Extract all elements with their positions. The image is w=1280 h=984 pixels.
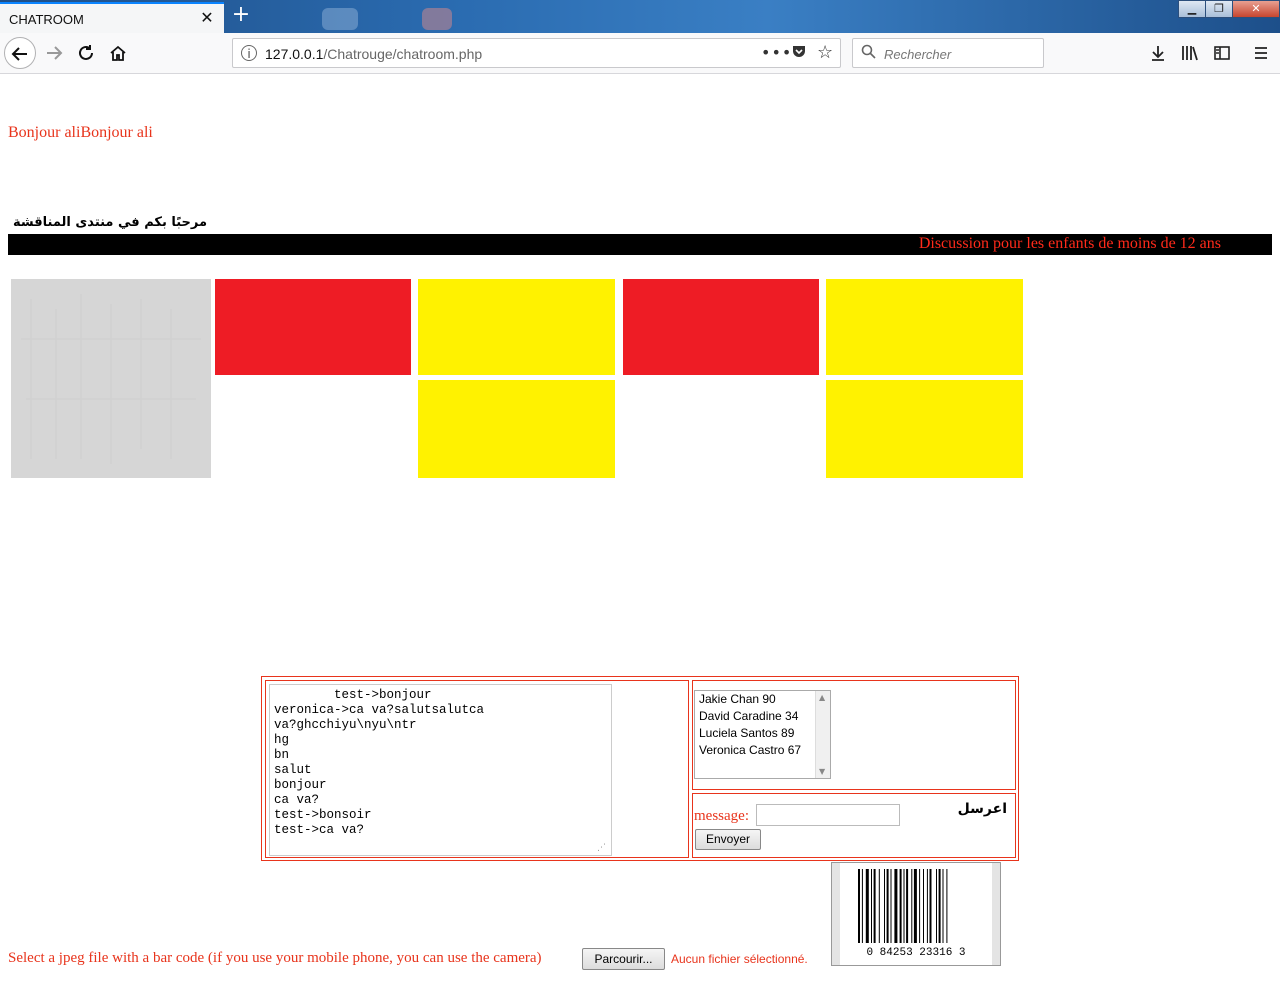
search-bar[interactable]: Rechercher [852, 38, 1044, 68]
barcode-digits: 0 84253 23316 3 [866, 947, 965, 959]
message-cell: message: اعرسل Envoyer [692, 793, 1016, 858]
barcode-bar [890, 869, 892, 943]
window-controls: ▁ ❐ ✕ [1178, 0, 1280, 20]
barcode-bar [871, 869, 872, 943]
minimize-window-button[interactable]: ▁ [1178, 0, 1206, 18]
pocket-icon[interactable] [791, 43, 809, 61]
back-icon[interactable] [4, 37, 36, 69]
url-bar[interactable]: i 127.0.0.1/Chatrouge/chatroom.php ••• ☆ [232, 38, 841, 68]
close-window-button[interactable]: ✕ [1232, 0, 1280, 18]
forward-icon[interactable] [38, 37, 70, 69]
download-icon[interactable] [1143, 37, 1173, 69]
barcode-bar [942, 869, 944, 943]
search-placeholder: Rechercher [884, 47, 952, 62]
close-tab-icon[interactable]: ✕ [198, 9, 216, 27]
barcode-bar [873, 869, 876, 943]
file-status-text: Aucun fichier sélectionné. [671, 952, 808, 966]
reload-icon[interactable] [70, 37, 102, 69]
browse-file-button[interactable]: Parcourir... [582, 948, 665, 970]
resize-grip-icon[interactable]: ⋰ [597, 843, 606, 853]
chat-log-textarea[interactable]: test->bonjour veronica->ca va?salutsalut… [269, 684, 612, 856]
barcode-bar [919, 869, 921, 943]
user-list-item[interactable]: Luciela Santos 89 [695, 725, 830, 742]
new-tab-icon[interactable]: + [230, 4, 252, 27]
send-button[interactable]: Envoyer [695, 829, 761, 850]
barcode-bar [913, 869, 917, 943]
yellow-color-tile[interactable] [418, 279, 615, 375]
barcode-bar [861, 869, 863, 943]
barcode-file-label: Select a jpeg file with a bar code (if y… [8, 950, 542, 966]
barcode-bar [865, 869, 869, 943]
page-actions-icon[interactable]: ••• [761, 43, 792, 62]
user-list-scrollbar[interactable]: ▲ ▼ [815, 691, 830, 778]
user-list-item[interactable]: Veronica Castro 67 [695, 742, 830, 759]
user-list-item[interactable]: Jakie Chan 90 [695, 691, 830, 708]
barcode-bar [938, 869, 941, 943]
menu-icon[interactable] [1246, 37, 1276, 69]
barcode-bar [936, 869, 937, 943]
greeting-text: Bonjour aliBonjour ali [8, 124, 153, 141]
yellow-color-tile[interactable] [826, 380, 1023, 478]
navigation-toolbar: i 127.0.0.1/Chatrouge/chatroom.php ••• ☆… [0, 33, 1280, 74]
barcode-bar [946, 869, 948, 943]
message-label: message: [694, 808, 749, 824]
users-cell: Jakie Chan 90 David Caradine 34 Luciela … [692, 680, 1016, 790]
red-color-tile[interactable] [215, 279, 411, 375]
barcode-bar [903, 869, 905, 943]
welcome-title: مرحبًا بكم في منتدى المناقشة [13, 215, 208, 230]
taskbar-app-icon [422, 8, 452, 30]
chat-table: test->bonjour veronica->ca va?salutsalut… [261, 676, 1019, 861]
barcode-bar [906, 869, 909, 943]
search-icon [861, 44, 876, 63]
yellow-color-tile[interactable] [418, 380, 615, 478]
discussion-banner-text: Discussion pour les enfants de moins de … [918, 235, 1221, 252]
user-photo-image [11, 279, 211, 478]
barcode-bar [886, 869, 889, 943]
barcode-bar [926, 869, 928, 943]
user-list[interactable]: Jakie Chan 90 David Caradine 34 Luciela … [694, 690, 831, 779]
bookmark-star-icon[interactable]: ☆ [817, 42, 833, 63]
discussion-banner: Discussion pour les enfants de moins de … [8, 234, 1272, 255]
url-text: 127.0.0.1/Chatrouge/chatroom.php [265, 46, 483, 62]
barcode-image: 0 84253 23316 3 [831, 862, 1001, 966]
restore-window-button[interactable]: ❐ [1205, 0, 1233, 18]
info-icon[interactable]: i [241, 45, 257, 61]
red-color-tile[interactable] [623, 279, 819, 375]
tab-strip: CHATROOM ✕ + ▁ ❐ ✕ [0, 0, 1280, 33]
barcode-bar [878, 869, 880, 943]
tab-chatroom[interactable]: CHATROOM ✕ [0, 2, 224, 33]
barcode-bar [884, 869, 885, 943]
taskbar-app-icon [322, 8, 358, 30]
user-list-item[interactable]: David Caradine 34 [695, 708, 830, 725]
barcode-bar [929, 869, 932, 943]
message-input[interactable] [756, 804, 900, 826]
arabic-send-label: اعرسل [957, 801, 1007, 817]
yellow-color-tile[interactable] [826, 279, 1023, 375]
sidebar-icon[interactable] [1207, 37, 1237, 69]
scroll-up-icon[interactable]: ▲ [819, 693, 825, 702]
barcode-bar [894, 869, 898, 943]
scroll-down-icon[interactable]: ▼ [819, 767, 825, 776]
barcode-bar [899, 869, 902, 943]
barcode-bar [858, 869, 860, 943]
chat-log-cell: test->bonjour veronica->ca va?salutsalut… [265, 680, 689, 858]
tab-title: CHATROOM [9, 12, 84, 27]
library-icon[interactable] [1175, 37, 1205, 69]
barcode-bar [911, 869, 913, 943]
barcode-bar [923, 869, 924, 943]
home-icon[interactable] [102, 37, 134, 69]
